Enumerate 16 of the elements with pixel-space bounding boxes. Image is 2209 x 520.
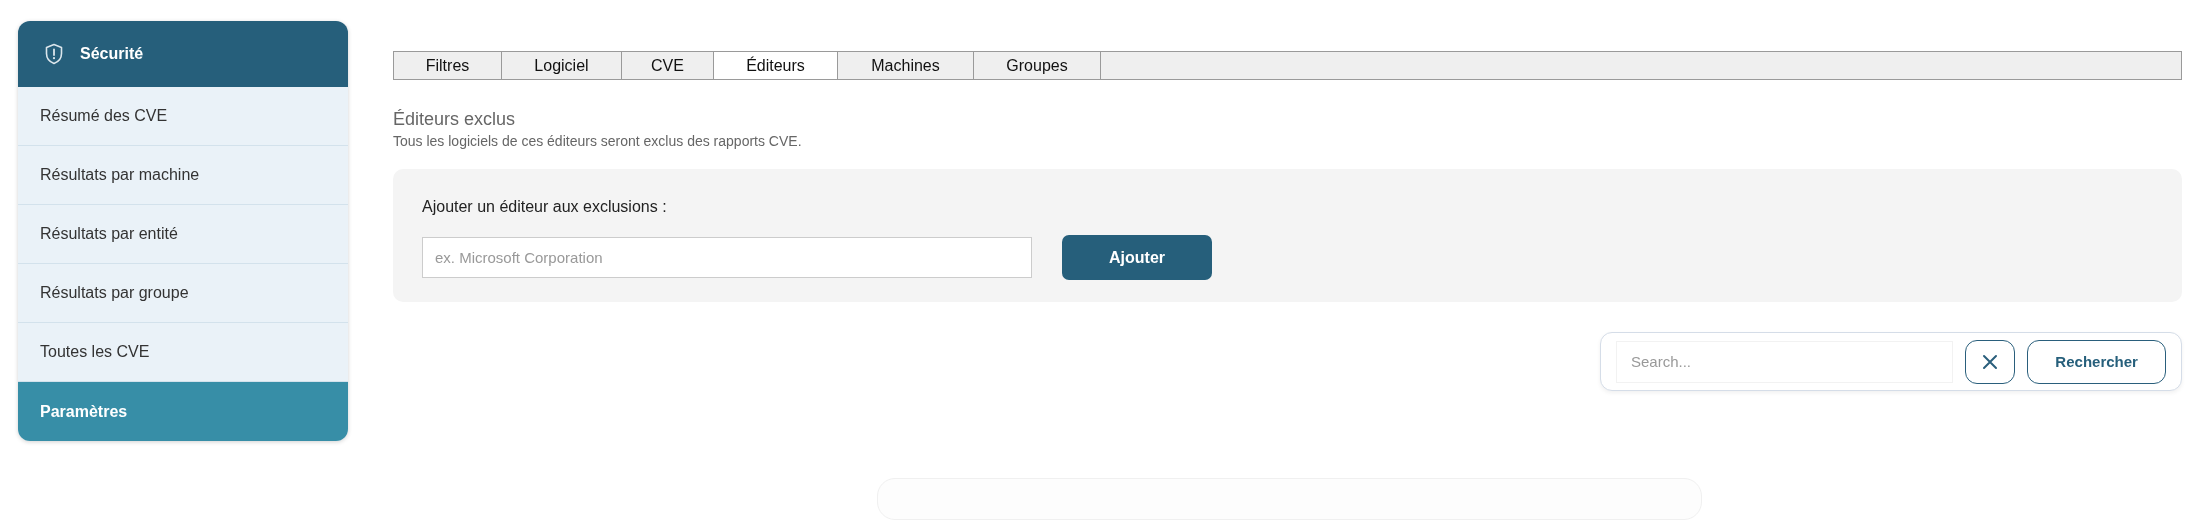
sidebar-title: Sécurité: [80, 45, 144, 63]
sidebar-item[interactable]: Résultats par entité: [18, 205, 348, 264]
tab[interactable]: Éditeurs: [714, 52, 838, 79]
section-title: Éditeurs exclus: [393, 109, 517, 130]
search-button[interactable]: Rechercher: [2027, 339, 2166, 384]
clear-button[interactable]: [1965, 339, 2016, 384]
sidebar-item[interactable]: Résumé des CVE: [18, 87, 348, 146]
sidebar-item[interactable]: Paramètres: [18, 382, 348, 441]
field-label: Ajouter un éditeur aux exclusions :: [422, 198, 668, 216]
sidebar-item[interactable]: Résultats par groupe: [18, 264, 348, 323]
search-field[interactable]: Search...: [1616, 340, 1954, 383]
input-field[interactable]: ex. Microsoft Corporation: [422, 237, 1032, 278]
section-description: Tous les logiciels de ces éditeurs seront exclus des rapports CVE.: [393, 133, 803, 149]
sidebar-item[interactable]: Résultats par machine: [18, 146, 348, 205]
close-icon: [1982, 353, 1999, 370]
add-button[interactable]: Ajouter: [1062, 235, 1212, 280]
